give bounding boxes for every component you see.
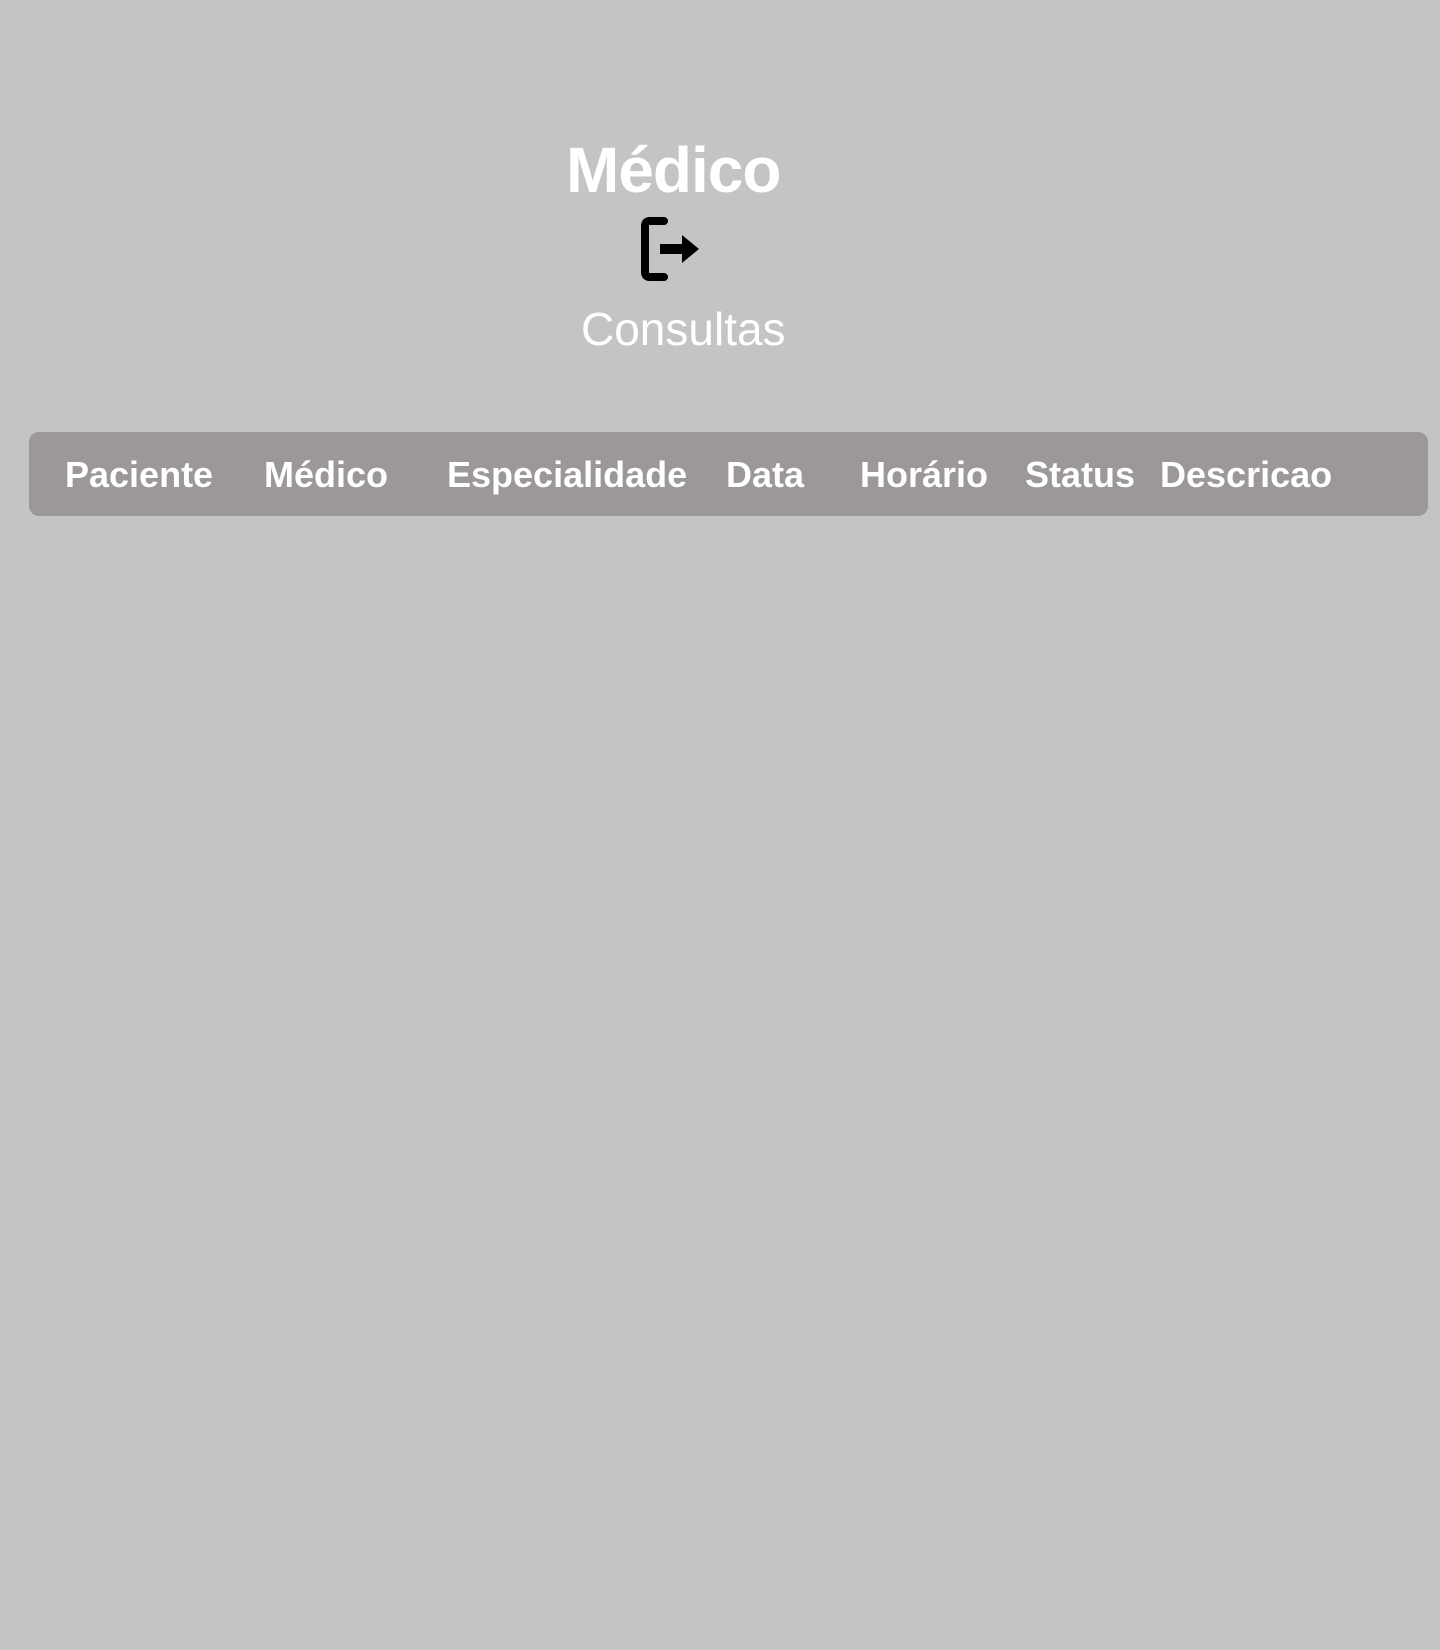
- column-header-status[interactable]: Status: [1025, 454, 1135, 496]
- column-header-especialidade[interactable]: Especialidade: [447, 454, 687, 496]
- logout-icon: [641, 217, 699, 281]
- page-subtitle: Consultas: [581, 303, 786, 355]
- column-header-horario[interactable]: Horário: [860, 454, 988, 496]
- column-header-data[interactable]: Data: [726, 454, 804, 496]
- column-header-medico[interactable]: Médico: [264, 454, 388, 496]
- page-title: Médico: [566, 134, 781, 206]
- column-header-descricao[interactable]: Descricao: [1160, 454, 1332, 496]
- logout-button[interactable]: [640, 216, 702, 282]
- column-header-paciente[interactable]: Paciente: [65, 454, 213, 496]
- table-header-row: Paciente Médico Especialidade Data Horár…: [29, 432, 1428, 516]
